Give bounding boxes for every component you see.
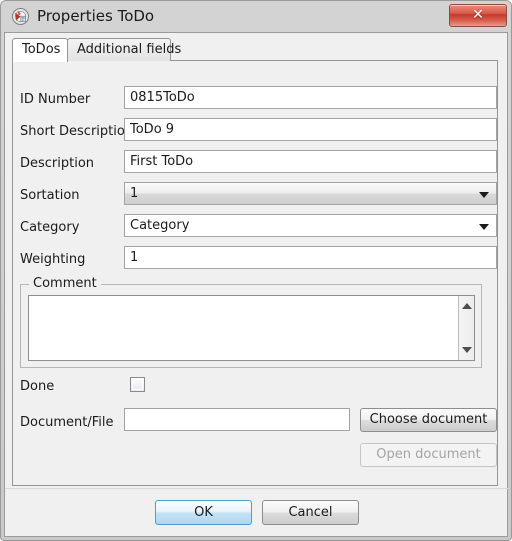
- document-file-label: Document/File: [20, 415, 114, 430]
- comment-legend-label: Comment: [29, 276, 101, 292]
- sortation-combobox[interactable]: 1: [124, 182, 497, 205]
- sortation-label: Sortation: [20, 188, 80, 203]
- id-number-input[interactable]: 0815ToDo: [124, 86, 497, 109]
- button-bar-separator: [5, 488, 509, 489]
- sortation-value: 1: [130, 186, 139, 201]
- scroll-up-arrow-icon[interactable]: [459, 298, 474, 314]
- choose-document-label: Choose document: [369, 412, 488, 427]
- document-file-input[interactable]: [124, 408, 350, 431]
- tab-panel-todos: ID Number 0815ToDo Short Description ToD…: [12, 60, 498, 486]
- title-bar: Properties ToDo ✕: [1, 1, 512, 32]
- short-description-label: Short Description: [20, 124, 134, 139]
- cancel-button-label: Cancel: [288, 504, 333, 520]
- tab-todos-label: ToDos: [22, 42, 61, 57]
- cancel-button[interactable]: Cancel: [262, 500, 359, 525]
- close-icon: ✕: [472, 7, 484, 23]
- tab-strip: ToDos Additional fields: [12, 38, 498, 62]
- comment-group-box: Comment: [20, 276, 482, 368]
- category-label: Category: [20, 220, 80, 235]
- open-document-label: Open document: [376, 447, 481, 462]
- chevron-down-icon: [479, 191, 489, 198]
- comment-vertical-scrollbar[interactable]: [458, 296, 474, 360]
- comment-textarea[interactable]: [29, 296, 458, 360]
- tab-additional-fields[interactable]: Additional fields: [67, 38, 181, 61]
- scroll-down-arrow-icon[interactable]: [459, 342, 474, 358]
- close-button[interactable]: ✕: [449, 4, 507, 27]
- choose-document-button[interactable]: Choose document: [360, 408, 497, 432]
- short-description-input[interactable]: ToDo 9: [124, 118, 497, 141]
- weighting-input[interactable]: 1: [124, 246, 497, 269]
- tab-additional-fields-label: Additional fields: [77, 42, 182, 57]
- description-label: Description: [20, 156, 95, 171]
- done-checkbox[interactable]: [130, 377, 145, 392]
- id-number-label: ID Number: [20, 92, 91, 107]
- category-value: Category: [130, 218, 190, 233]
- todo-app-icon: [12, 8, 29, 25]
- chevron-down-icon: [479, 223, 489, 230]
- description-input[interactable]: First ToDo: [124, 150, 497, 173]
- ok-button[interactable]: OK: [155, 500, 252, 525]
- window-title: Properties ToDo: [37, 7, 155, 25]
- category-combobox[interactable]: Category: [124, 214, 497, 237]
- ok-button-label: OK: [194, 504, 213, 520]
- tab-todos[interactable]: ToDos: [12, 38, 68, 62]
- comment-scroll-container: [28, 295, 475, 361]
- open-document-button: Open document: [360, 443, 497, 467]
- weighting-label: Weighting: [20, 252, 86, 267]
- dialog-window: Properties ToDo ✕ ToDos Additional field…: [0, 0, 512, 541]
- done-label: Done: [20, 379, 55, 394]
